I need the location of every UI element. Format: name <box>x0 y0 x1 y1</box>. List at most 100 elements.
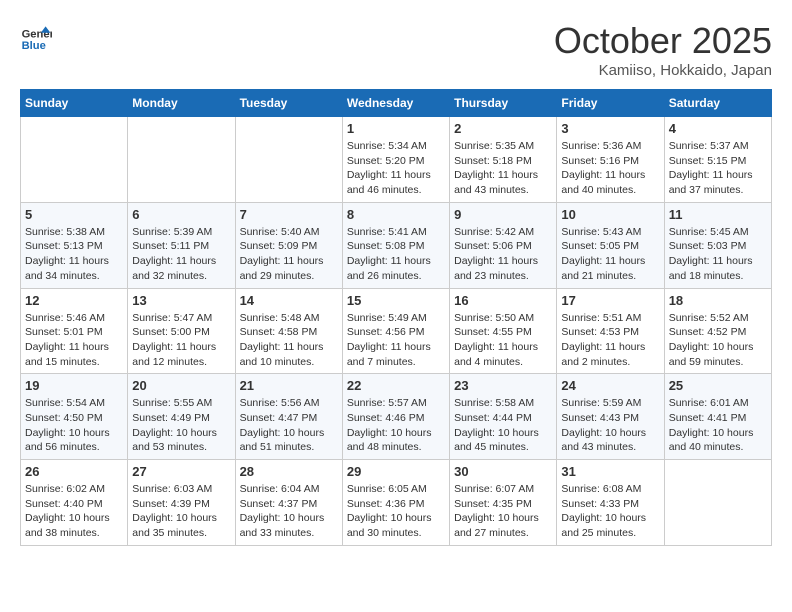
svg-text:Blue: Blue <box>22 40 46 52</box>
cell-info: Sunrise: 6:04 AM Sunset: 4:37 PM Dayligh… <box>240 482 338 541</box>
cell-info: Sunrise: 5:54 AM Sunset: 4:50 PM Dayligh… <box>25 396 123 455</box>
weekday-header-saturday: Saturday <box>664 90 771 117</box>
cell-day-number: 5 <box>25 207 123 222</box>
calendar-cell: 11Sunrise: 5:45 AM Sunset: 5:03 PM Dayli… <box>664 202 771 288</box>
cell-info: Sunrise: 5:47 AM Sunset: 5:00 PM Dayligh… <box>132 311 230 370</box>
cell-info: Sunrise: 6:07 AM Sunset: 4:35 PM Dayligh… <box>454 482 552 541</box>
cell-day-number: 10 <box>561 207 659 222</box>
cell-info: Sunrise: 6:08 AM Sunset: 4:33 PM Dayligh… <box>561 482 659 541</box>
logo: General Blue <box>20 20 52 52</box>
cell-day-number: 1 <box>347 121 445 136</box>
cell-day-number: 2 <box>454 121 552 136</box>
weekday-header-monday: Monday <box>128 90 235 117</box>
calendar-cell: 23 Sunrise: 5:58 AM Sunset: 4:44 PM Dayli… <box>450 374 557 460</box>
cell-day-number: 13 <box>132 293 230 308</box>
calendar-cell: 16 Sunrise: 5:50 AM Sunset: 4:55 PM Dayli… <box>450 288 557 374</box>
calendar-cell: 4 Sunrise: 5:37 AM Sunset: 5:15 PM Daylig… <box>664 117 771 203</box>
logo-icon: General Blue <box>20 20 52 52</box>
calendar-cell <box>21 117 128 203</box>
calendar-cell <box>128 117 235 203</box>
cell-info: Sunrise: 5:34 AM Sunset: 5:20 PM Dayligh… <box>347 139 445 198</box>
cell-info: Sunrise: 5:37 AM Sunset: 5:15 PM Dayligh… <box>669 139 767 198</box>
cell-info: Sunrise: 5:38 AM Sunset: 5:13 PM Dayligh… <box>25 225 123 284</box>
week-row-1: 1 Sunrise: 5:34 AM Sunset: 5:20 PM Daylig… <box>21 117 772 203</box>
cell-day-number: 31 <box>561 464 659 479</box>
calendar-cell: 14 Sunrise: 5:48 AM Sunset: 4:58 PM Dayli… <box>235 288 342 374</box>
calendar-cell: 21 Sunrise: 5:56 AM Sunset: 4:47 PM Dayli… <box>235 374 342 460</box>
cell-info: Sunrise: 5:41 AM Sunset: 5:08 PM Dayligh… <box>347 225 445 284</box>
location: Kamiiso, Hokkaido, Japan <box>554 62 772 79</box>
cell-info: Sunrise: 5:43 AM Sunset: 5:05 PM Dayligh… <box>561 225 659 284</box>
calendar-cell: 17 Sunrise: 5:51 AM Sunset: 4:53 PM Dayli… <box>557 288 664 374</box>
week-row-2: 5 Sunrise: 5:38 AM Sunset: 5:13 PM Daylig… <box>21 202 772 288</box>
cell-day-number: 12 <box>25 293 123 308</box>
cell-info: Sunrise: 5:35 AM Sunset: 5:18 PM Dayligh… <box>454 139 552 198</box>
calendar-cell: 9 Sunrise: 5:42 AM Sunset: 5:06 PM Daylig… <box>450 202 557 288</box>
week-row-5: 26 Sunrise: 6:02 AM Sunset: 4:40 PM Dayli… <box>21 460 772 546</box>
calendar-cell: 28Sunrise: 6:04 AM Sunset: 4:37 PM Dayli… <box>235 460 342 546</box>
cell-day-number: 19 <box>25 378 123 393</box>
week-row-3: 12Sunrise: 5:46 AM Sunset: 5:01 PM Dayli… <box>21 288 772 374</box>
cell-info: Sunrise: 5:51 AM Sunset: 4:53 PM Dayligh… <box>561 311 659 370</box>
cell-day-number: 14 <box>240 293 338 308</box>
calendar-cell <box>664 460 771 546</box>
calendar-cell: 10 Sunrise: 5:43 AM Sunset: 5:05 PM Dayli… <box>557 202 664 288</box>
cell-info: Sunrise: 6:02 AM Sunset: 4:40 PM Dayligh… <box>25 482 123 541</box>
cell-day-number: 17 <box>561 293 659 308</box>
cell-info: Sunrise: 5:48 AM Sunset: 4:58 PM Dayligh… <box>240 311 338 370</box>
page-header: General Blue October 2025 Kamiiso, Hokka… <box>20 20 772 79</box>
cell-info: Sunrise: 5:58 AM Sunset: 4:44 PM Dayligh… <box>454 396 552 455</box>
cell-info: Sunrise: 6:05 AM Sunset: 4:36 PM Dayligh… <box>347 482 445 541</box>
calendar-cell: 1 Sunrise: 5:34 AM Sunset: 5:20 PM Daylig… <box>342 117 449 203</box>
cell-info: Sunrise: 6:01 AM Sunset: 4:41 PM Dayligh… <box>669 396 767 455</box>
calendar-cell: 5 Sunrise: 5:38 AM Sunset: 5:13 PM Daylig… <box>21 202 128 288</box>
calendar-cell: 19 Sunrise: 5:54 AM Sunset: 4:50 PM Dayli… <box>21 374 128 460</box>
calendar-cell <box>235 117 342 203</box>
cell-info: Sunrise: 6:03 AM Sunset: 4:39 PM Dayligh… <box>132 482 230 541</box>
cell-day-number: 16 <box>454 293 552 308</box>
cell-info: Sunrise: 5:55 AM Sunset: 4:49 PM Dayligh… <box>132 396 230 455</box>
month-title: October 2025 <box>554 20 772 62</box>
weekday-header-wednesday: Wednesday <box>342 90 449 117</box>
cell-info: Sunrise: 5:50 AM Sunset: 4:55 PM Dayligh… <box>454 311 552 370</box>
cell-info: Sunrise: 5:56 AM Sunset: 4:47 PM Dayligh… <box>240 396 338 455</box>
cell-info: Sunrise: 5:39 AM Sunset: 5:11 PM Dayligh… <box>132 225 230 284</box>
cell-info: Sunrise: 5:42 AM Sunset: 5:06 PM Dayligh… <box>454 225 552 284</box>
weekday-header-friday: Friday <box>557 90 664 117</box>
cell-day-number: 20 <box>132 378 230 393</box>
calendar-cell: 20 Sunrise: 5:55 AM Sunset: 4:49 PM Dayli… <box>128 374 235 460</box>
week-row-4: 19 Sunrise: 5:54 AM Sunset: 4:50 PM Dayli… <box>21 374 772 460</box>
cell-day-number: 25 <box>669 378 767 393</box>
cell-day-number: 15 <box>347 293 445 308</box>
cell-day-number: 11 <box>669 207 767 222</box>
calendar-cell: 15 Sunrise: 5:49 AM Sunset: 4:56 PM Dayli… <box>342 288 449 374</box>
cell-day-number: 3 <box>561 121 659 136</box>
cell-day-number: 18 <box>669 293 767 308</box>
cell-info: Sunrise: 5:49 AM Sunset: 4:56 PM Dayligh… <box>347 311 445 370</box>
cell-day-number: 6 <box>132 207 230 222</box>
title-block: October 2025 Kamiiso, Hokkaido, Japan <box>554 20 772 79</box>
calendar-cell: 29 Sunrise: 6:05 AM Sunset: 4:36 PM Dayli… <box>342 460 449 546</box>
cell-day-number: 4 <box>669 121 767 136</box>
cell-info: Sunrise: 5:40 AM Sunset: 5:09 PM Dayligh… <box>240 225 338 284</box>
cell-info: Sunrise: 5:36 AM Sunset: 5:16 PM Dayligh… <box>561 139 659 198</box>
cell-info: Sunrise: 5:52 AM Sunset: 4:52 PM Dayligh… <box>669 311 767 370</box>
cell-day-number: 21 <box>240 378 338 393</box>
weekday-header-sunday: Sunday <box>21 90 128 117</box>
calendar-cell: 7 Sunrise: 5:40 AM Sunset: 5:09 PM Daylig… <box>235 202 342 288</box>
cell-day-number: 26 <box>25 464 123 479</box>
calendar-cell: 6 Sunrise: 5:39 AM Sunset: 5:11 PM Daylig… <box>128 202 235 288</box>
calendar-table: SundayMondayTuesdayWednesdayThursdayFrid… <box>20 89 772 546</box>
calendar-cell: 26 Sunrise: 6:02 AM Sunset: 4:40 PM Dayli… <box>21 460 128 546</box>
cell-day-number: 23 <box>454 378 552 393</box>
calendar-cell: 2 Sunrise: 5:35 AM Sunset: 5:18 PM Daylig… <box>450 117 557 203</box>
cell-day-number: 29 <box>347 464 445 479</box>
cell-day-number: 30 <box>454 464 552 479</box>
cell-day-number: 7 <box>240 207 338 222</box>
calendar-cell: 8Sunrise: 5:41 AM Sunset: 5:08 PM Daylig… <box>342 202 449 288</box>
weekday-header-thursday: Thursday <box>450 90 557 117</box>
cell-day-number: 9 <box>454 207 552 222</box>
weekday-header-tuesday: Tuesday <box>235 90 342 117</box>
calendar-cell: 3 Sunrise: 5:36 AM Sunset: 5:16 PM Daylig… <box>557 117 664 203</box>
calendar-cell: 27Sunrise: 6:03 AM Sunset: 4:39 PM Dayli… <box>128 460 235 546</box>
